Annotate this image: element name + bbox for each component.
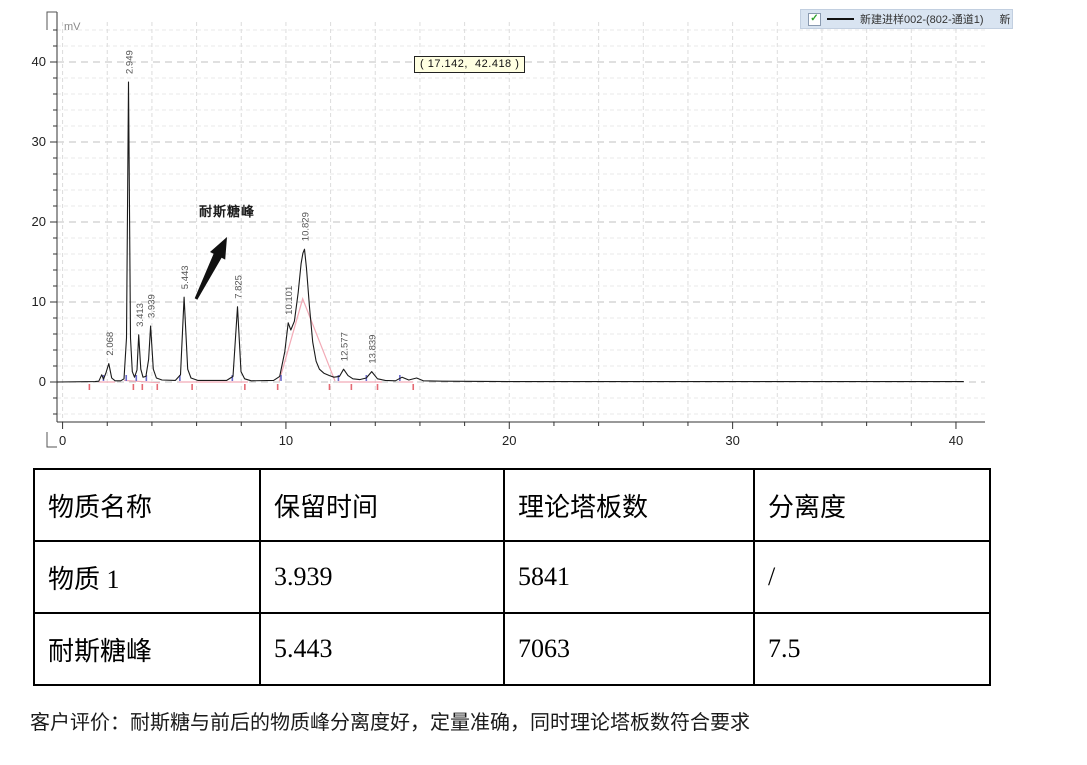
col-header-substance: 物质名称	[34, 469, 260, 541]
peak-retention-label: 2.949	[124, 50, 135, 74]
cell-retention: 5.443	[260, 613, 504, 685]
legend-bar[interactable]: ✓ 新建进样002-(802-通道1) 新	[800, 9, 1013, 29]
legend-series-label: 新建进样002-(802-通道1)	[860, 11, 983, 27]
col-header-resolution: 分离度	[754, 469, 990, 541]
peak-retention-label: 2.068	[105, 332, 116, 356]
peak-retention-label: 10.101	[284, 286, 295, 315]
cell-substance: 物质 1	[34, 541, 260, 613]
table-row: 物质 1 3.939 5841 /	[34, 541, 990, 613]
legend-series-label-truncated: 新	[999, 11, 1010, 27]
peak-retention-label: 7.825	[233, 275, 244, 299]
svg-text:20: 20	[32, 214, 46, 229]
svg-text:mV: mV	[64, 21, 81, 33]
svg-text:30: 30	[32, 134, 46, 149]
annotation-arrow-icon	[195, 237, 227, 300]
cell-plates: 5841	[504, 541, 754, 613]
svg-text:40: 40	[949, 433, 963, 448]
peak-retention-label: 3.413	[135, 303, 146, 327]
legend-line-sample-icon	[827, 18, 854, 20]
cell-substance: 耐斯糖峰	[34, 613, 260, 685]
svg-text:0: 0	[59, 433, 66, 448]
peak-retention-label: 3.939	[147, 294, 158, 318]
nystose-peak-annotation: 耐斯糖峰	[199, 201, 255, 220]
peak-retention-label: 13.839	[368, 335, 379, 364]
cell-retention: 3.939	[260, 541, 504, 613]
svg-text:10: 10	[279, 433, 293, 448]
svg-text:20: 20	[502, 433, 516, 448]
svg-text:40: 40	[32, 54, 46, 69]
col-header-retention: 保留时间	[260, 469, 504, 541]
svg-text:30: 30	[725, 433, 739, 448]
svg-text:10: 10	[32, 294, 46, 309]
peak-retention-label: 10.829	[300, 212, 311, 241]
cell-resolution: /	[754, 541, 990, 613]
chromatogram-panel: 0 10 20 30 40 0 10 20 30 40 mV 2.068 2.949 3.4133.939…	[0, 0, 1015, 458]
table-row: 耐斯糖峰 5.443 7063 7.5	[34, 613, 990, 685]
peak-retention-label: 12.577	[339, 332, 350, 361]
cell-resolution: 7.5	[754, 613, 990, 685]
legend-checkbox-icon[interactable]: ✓	[808, 13, 821, 26]
customer-evaluation-text: 客户评价：耐斯糖与前后的物质峰分离度好，定量准确，同时理论塔板数符合要求	[30, 706, 1087, 735]
col-header-plates: 理论塔板数	[504, 469, 754, 541]
results-table: 物质名称 保留时间 理论塔板数 分离度 物质 1 3.939 5841 / 耐斯…	[33, 468, 991, 686]
svg-text:0: 0	[39, 374, 46, 389]
cell-plates: 7063	[504, 613, 754, 685]
peak-retention-label: 5.443	[180, 265, 191, 289]
chromatogram-trace	[57, 82, 964, 382]
cursor-coordinate-readout: ( 17.142, 42.418 )	[414, 56, 525, 73]
table-header-row: 物质名称 保留时间 理论塔板数 分离度	[34, 469, 990, 541]
